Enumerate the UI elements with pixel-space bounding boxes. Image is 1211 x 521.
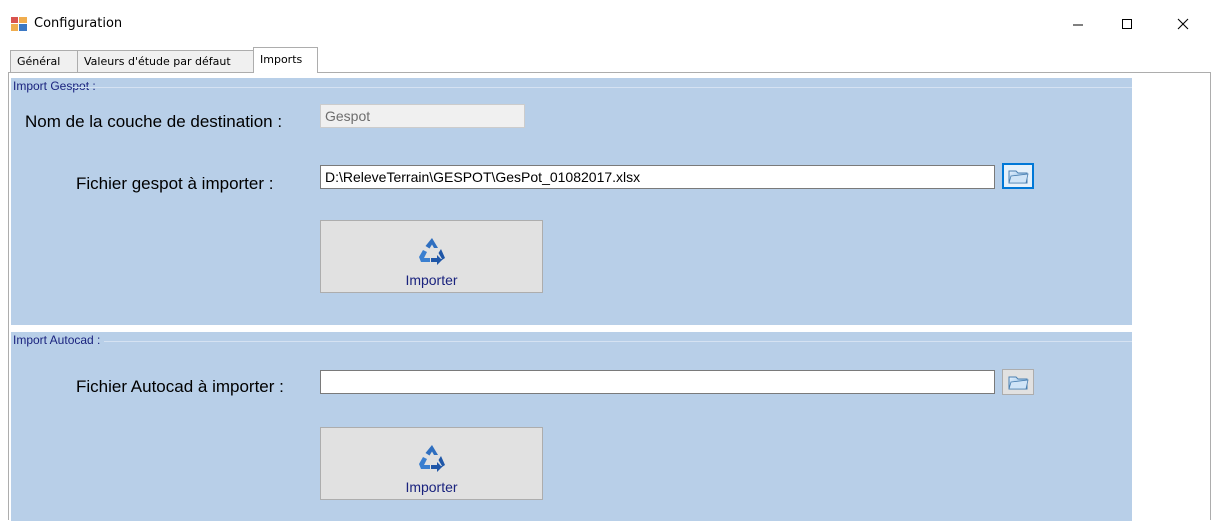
- recycle-icon: [419, 445, 445, 472]
- app-icon: [11, 17, 27, 31]
- gespot-file-label: Fichier gespot à importer :: [76, 174, 274, 193]
- gespot-import-button-label: Importer: [405, 272, 458, 288]
- import-gespot-group: Import Gespot : Nom de la couche de dest…: [11, 78, 1132, 325]
- tab-valeurs-etude[interactable]: Valeurs d'étude par défaut: [77, 50, 254, 72]
- title-bar: Configuration: [0, 0, 1211, 44]
- gespot-import-button[interactable]: Importer: [320, 220, 543, 293]
- tab-imports[interactable]: Imports: [253, 47, 318, 73]
- minimize-button[interactable]: [1055, 6, 1101, 42]
- folder-browse-icon: [1008, 376, 1029, 390]
- import-gespot-legend: Import Gespot :: [13, 79, 96, 93]
- folder-browse-icon: [1008, 170, 1029, 184]
- minimize-icon: [1073, 24, 1083, 26]
- close-button[interactable]: [1160, 6, 1206, 42]
- close-icon: [1177, 18, 1189, 30]
- autocad-import-button[interactable]: Importer: [320, 427, 543, 500]
- gespot-file-path-input[interactable]: D:\ReleveTerrain\GESPOT\GesPot_01082017.…: [320, 165, 995, 189]
- layer-name-label: Nom de la couche de destination :: [25, 112, 283, 131]
- import-autocad-group: Import Autocad : Fichier Autocad à impor…: [11, 332, 1132, 521]
- autocad-browse-button[interactable]: [1002, 369, 1034, 395]
- import-autocad-legend: Import Autocad :: [13, 333, 101, 347]
- maximize-button[interactable]: [1104, 6, 1150, 42]
- autocad-import-button-label: Importer: [405, 479, 458, 495]
- maximize-icon: [1122, 19, 1132, 29]
- group-divider: [104, 341, 1132, 342]
- autocad-file-path-input[interactable]: [320, 370, 995, 394]
- imports-tab-page: Import Gespot : Nom de la couche de dest…: [8, 72, 1211, 521]
- gespot-browse-button[interactable]: [1002, 163, 1034, 189]
- layer-name-field: Gespot: [320, 104, 525, 128]
- tab-general[interactable]: Général: [10, 50, 78, 72]
- tab-strip: Général Valeurs d'étude par défaut Impor…: [8, 47, 1208, 73]
- group-divider: [73, 87, 1132, 88]
- window-title: Configuration: [34, 16, 123, 31]
- autocad-file-label: Fichier Autocad à importer :: [76, 377, 284, 396]
- recycle-icon: [419, 238, 445, 265]
